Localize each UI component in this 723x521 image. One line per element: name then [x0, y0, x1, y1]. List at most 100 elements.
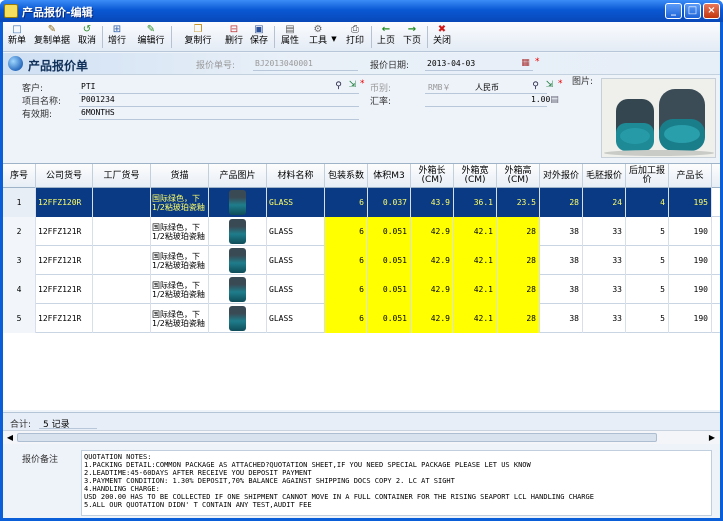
post-price-cell[interactable]: 5: [626, 275, 669, 304]
pack-cell[interactable]: 6: [325, 217, 368, 246]
save-button[interactable]: ▣ 保存: [248, 24, 270, 50]
cancel-button[interactable]: ↺ 取消: [76, 24, 98, 50]
column-seq-header[interactable]: 序号: [3, 164, 36, 188]
desc-cell[interactable]: 国际绿色，下 1/2粘玻珀瓷釉: [151, 188, 209, 217]
desc-cell[interactable]: 国际绿色，下 1/2粘玻珀瓷釉: [151, 246, 209, 275]
edit-row-button[interactable]: ✎ 编辑行: [136, 24, 166, 50]
copy-doc-button[interactable]: ✎ 复制单据: [32, 24, 72, 50]
ext-price-cell[interactable]: 38: [540, 304, 583, 333]
len-cell[interactable]: 42.9: [411, 246, 454, 275]
blank-price-cell[interactable]: 24: [583, 188, 626, 217]
volume-cell[interactable]: 0.051: [368, 275, 411, 304]
new-button[interactable]: □ 新单: [6, 24, 28, 50]
product-thumbnail[interactable]: [209, 188, 267, 217]
wid-cell[interactable]: 42.1: [454, 304, 497, 333]
open-currency-icon[interactable]: ⇲: [544, 80, 555, 91]
prod-len-cell[interactable]: 190: [669, 304, 712, 333]
company-no-cell[interactable]: 12FFZ120R: [36, 188, 93, 217]
factory-no-cell[interactable]: [93, 246, 151, 275]
column-company-no-header[interactable]: 公司货号: [36, 164, 93, 188]
column-len-header[interactable]: 外箱长 (CM): [411, 164, 454, 188]
next-page-button[interactable]: → 下页: [401, 24, 423, 50]
table-row[interactable]: 2 12FFZ121R 国际绿色，下 1/2粘玻珀瓷釉 GLASS 6 0.051 42.9…: [3, 217, 720, 246]
column-desc-header[interactable]: 货描: [151, 164, 209, 188]
product-thumbnail[interactable]: [209, 246, 267, 275]
add-row-button[interactable]: ⊞ 增行: [106, 24, 128, 50]
factory-no-cell[interactable]: [93, 275, 151, 304]
material-cell[interactable]: GLASS: [267, 217, 325, 246]
pack-cell[interactable]: 6: [325, 275, 368, 304]
ext-price-cell[interactable]: 38: [540, 246, 583, 275]
post-price-cell[interactable]: 5: [626, 304, 669, 333]
product-thumbnail[interactable]: [209, 304, 267, 333]
pack-cell[interactable]: 6: [325, 304, 368, 333]
search-icon[interactable]: ⚲: [333, 81, 344, 92]
blank-price-cell[interactable]: 33: [583, 217, 626, 246]
product-photo[interactable]: [601, 78, 716, 158]
company-no-cell[interactable]: 12FFZ121R: [36, 217, 93, 246]
ext-price-cell[interactable]: 38: [540, 275, 583, 304]
calendar-icon[interactable]: ▦: [520, 58, 531, 69]
volume-cell[interactable]: 0.051: [368, 246, 411, 275]
hgt-cell[interactable]: 28: [497, 304, 540, 333]
factory-no-cell[interactable]: [93, 304, 151, 333]
currency-field[interactable]: 人民币: [475, 82, 499, 93]
rate-field[interactable]: 1.00: [531, 95, 550, 104]
factory-no-cell[interactable]: [93, 188, 151, 217]
scroll-right-icon[interactable]: ▶: [706, 432, 718, 443]
blank-price-cell[interactable]: 33: [583, 246, 626, 275]
company-no-cell[interactable]: 12FFZ121R: [36, 246, 93, 275]
volume-cell[interactable]: 0.037: [368, 188, 411, 217]
post-price-cell[interactable]: 5: [626, 217, 669, 246]
desc-cell[interactable]: 国际绿色，下 1/2粘玻珀瓷釉: [151, 217, 209, 246]
material-cell[interactable]: GLASS: [267, 275, 325, 304]
table-row[interactable]: 5 12FFZ121R 国际绿色，下 1/2粘玻珀瓷釉 GLASS 6 0.051 42.9…: [3, 304, 720, 333]
hgt-cell[interactable]: 28: [497, 246, 540, 275]
minimize-button[interactable]: _: [665, 3, 682, 19]
volume-cell[interactable]: 0.051: [368, 217, 411, 246]
material-cell[interactable]: GLASS: [267, 188, 325, 217]
column-image-header[interactable]: 产品图片: [209, 164, 267, 188]
close-window-button[interactable]: ×: [703, 3, 720, 19]
customer-field[interactable]: PTI: [81, 82, 95, 91]
copy-row-button[interactable]: ❐ 复制行: [183, 24, 213, 50]
wid-cell[interactable]: 42.1: [454, 275, 497, 304]
pack-cell[interactable]: 6: [325, 246, 368, 275]
table-row[interactable]: 4 12FFZ121R 国际绿色，下 1/2粘玻珀瓷釉 GLASS 6 0.051 42.9…: [3, 275, 720, 304]
calculator-icon[interactable]: ▤: [549, 95, 560, 106]
scroll-left-icon[interactable]: ◀: [4, 432, 16, 443]
ext-price-cell[interactable]: 38: [540, 217, 583, 246]
title-bar[interactable]: 产品报价-编辑 _ □ ×: [0, 0, 723, 22]
desc-cell[interactable]: 国际绿色，下 1/2粘玻珀瓷釉: [151, 304, 209, 333]
len-cell[interactable]: 42.9: [411, 275, 454, 304]
post-price-cell[interactable]: 5: [626, 246, 669, 275]
column-prod-len-header[interactable]: 产品长: [669, 164, 712, 188]
column-volume-header[interactable]: 体积M3: [368, 164, 411, 188]
column-material-header[interactable]: 材料名称: [267, 164, 325, 188]
properties-button[interactable]: ▤ 属性: [279, 24, 301, 50]
notes-textarea[interactable]: QUOTATION NOTES: 1.PACKING DETAIL:COMMON…: [81, 450, 712, 516]
scroll-thumb[interactable]: [17, 433, 657, 442]
date-field[interactable]: 2013-04-03: [427, 59, 475, 68]
material-cell[interactable]: GLASS: [267, 304, 325, 333]
print-button[interactable]: ⎙ 打印: [343, 24, 367, 50]
wid-cell[interactable]: 36.1: [454, 188, 497, 217]
project-field[interactable]: P001234: [81, 95, 115, 104]
len-cell[interactable]: 42.9: [411, 217, 454, 246]
ext-price-cell[interactable]: 28: [540, 188, 583, 217]
desc-cell[interactable]: 国际绿色，下 1/2粘玻珀瓷釉: [151, 275, 209, 304]
prev-page-button[interactable]: ← 上页: [375, 24, 397, 50]
wid-cell[interactable]: 42.1: [454, 217, 497, 246]
blank-price-cell[interactable]: 33: [583, 275, 626, 304]
tools-menu-button[interactable]: ⚙ 工具: [307, 24, 329, 50]
wid-cell[interactable]: 42.1: [454, 246, 497, 275]
horizontal-scrollbar[interactable]: ◀ ▶: [3, 430, 720, 444]
post-price-cell[interactable]: 4: [626, 188, 669, 217]
delete-row-button[interactable]: ⊟ 删行: [223, 24, 245, 50]
prod-len-cell[interactable]: 190: [669, 246, 712, 275]
column-post-price-header[interactable]: 后加工报 价: [626, 164, 669, 188]
maximize-button[interactable]: □: [684, 3, 701, 19]
len-cell[interactable]: 43.9: [411, 188, 454, 217]
company-no-cell[interactable]: 12FFZ121R: [36, 304, 93, 333]
hgt-cell[interactable]: 28: [497, 217, 540, 246]
